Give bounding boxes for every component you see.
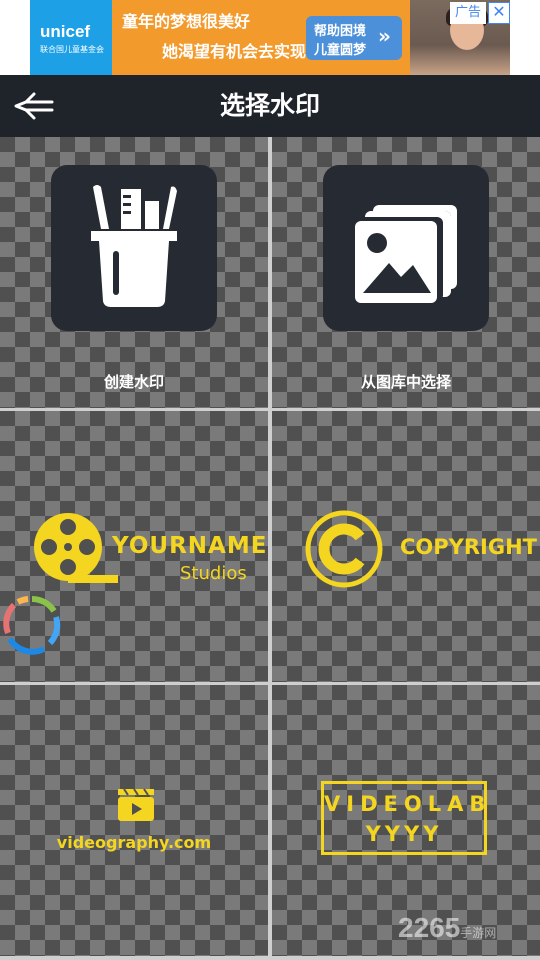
app-header: 选择水印 [0,75,540,137]
ad-cta-button[interactable]: 帮助困境 儿童圆梦 » [306,16,402,60]
template-videography[interactable]: videography.com [0,685,268,956]
ad-brand: unicef [40,22,91,41]
ad-cta-line1: 帮助困境 [314,24,367,39]
ad-cta-line2: 儿童圆梦 [314,43,367,58]
gallery-tile [323,165,489,331]
videolab-line2: YYYY [365,822,443,846]
ad-brand-sub: 联合国儿童基金会 [40,45,104,54]
art-supplies-icon [91,185,177,307]
create-watermark-label: 创建水印 [103,373,164,391]
film-reel-icon [34,513,118,583]
choose-from-gallery-option[interactable]: 从图库中选择 [272,137,540,408]
page-title: 选择水印 [219,91,320,120]
ad-creative[interactable]: unicef 联合国儿童基金会 童年的梦想很美好 她渴望有机会去实现 帮助困境 … [30,0,510,75]
videolab-line1: VIDEOLAB [324,792,492,816]
yourname-subtitle: Studios [180,563,247,584]
clapperboard-icon [118,788,154,821]
site-watermark-sub: 手游网 [460,926,497,940]
videography-text: videography.com [56,833,212,852]
ad-slogan-line2: 她渴望有机会去实现 [162,42,307,61]
ad-slogan-line1: 童年的梦想很美好 [122,12,251,31]
watermark-grid: 创建水印 从图库中选择 YOURNAME Studios COPYRIGHT v… [0,137,540,960]
gallery-label: 从图库中选择 [360,373,451,391]
ad-label: 广告 [450,2,486,24]
copyright-icon [305,510,383,588]
unicef-logo: unicef 联合国儿童基金会 [30,0,112,75]
copyright-text: COPYRIGHT [400,535,537,559]
site-watermark-number: 2265 [398,912,461,943]
double-chevron-right-icon: » [378,24,391,48]
template-yourname-studios[interactable]: YOURNAME Studios [0,411,268,682]
site-watermark: 2265手游网 [398,912,496,944]
loading-spinner-icon [3,595,61,655]
template-copyright[interactable]: COPYRIGHT [272,411,540,682]
image-stack-icon [355,205,457,303]
ad-banner[interactable]: unicef 联合国儿童基金会 童年的梦想很美好 她渴望有机会去实现 帮助困境 … [0,0,540,75]
yourname-title: YOURNAME [112,533,268,559]
arrow-left-icon[interactable] [12,89,56,123]
create-watermark-tile [51,165,217,331]
videolab-frame: VIDEOLAB YYYY [321,781,487,855]
ad-close-button[interactable]: ✕ [488,2,510,24]
create-watermark-option[interactable]: 创建水印 [0,137,268,408]
